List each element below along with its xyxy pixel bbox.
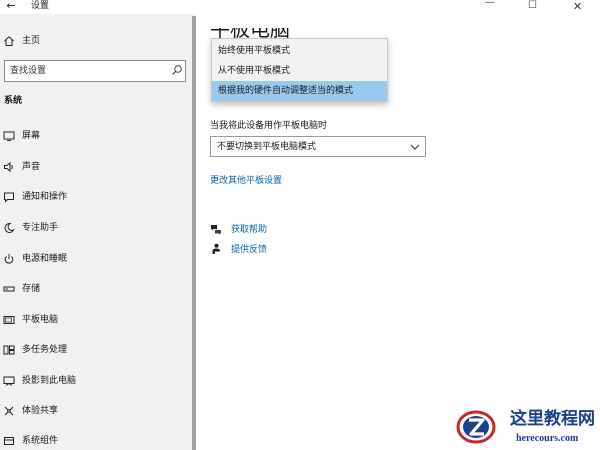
back-button[interactable]: ← [0, 0, 22, 14]
dropdown-option-always[interactable]: 始终使用平板模式 [212, 41, 387, 61]
sidebar-item-sound[interactable]: 声音 [0, 158, 190, 178]
watermark-logo [456, 410, 496, 444]
share-icon [3, 405, 15, 417]
page-title: 平板电脑 [210, 17, 290, 41]
sidebar-item-shared-experiences[interactable]: 体验共享 [0, 402, 190, 422]
project-icon [3, 375, 15, 387]
tablet-icon [3, 314, 15, 326]
get-help-link[interactable]: 获取帮助 [231, 224, 267, 236]
sidebar-item-tablet[interactable]: 平板电脑 [0, 311, 190, 331]
feedback-icon [212, 243, 220, 254]
sidebar-item-label: 电源和睡眠 [22, 254, 68, 264]
more-tablet-settings-link[interactable]: 更改其他平板设置 [210, 175, 282, 187]
sidebar-item-label: 系统组件 [22, 436, 59, 446]
sidebar-item-label: 体验共享 [22, 406, 59, 416]
home-icon [3, 35, 15, 47]
moon-icon [3, 222, 15, 234]
sidebar-item-multitasking[interactable]: 多任务处理 [0, 341, 190, 361]
storage-icon [3, 283, 15, 295]
sidebar-item-label: 专注助手 [22, 223, 59, 233]
sidebar-item-label: 通知和操作 [22, 192, 68, 202]
power-icon [3, 253, 15, 265]
multitask-icon [3, 344, 15, 356]
sidebar-item-label: 存储 [22, 284, 41, 294]
search-icon[interactable] [171, 64, 183, 76]
maximize-button[interactable]: ☐ [510, 0, 555, 14]
dropdown-option-auto[interactable]: 根据我的硬件自动调整适当的模式 [212, 81, 387, 101]
search-input[interactable] [5, 61, 165, 81]
sidebar-item-label: 投影到此电脑 [22, 376, 77, 386]
give-feedback-link[interactable]: 提供反馈 [231, 244, 267, 256]
sidebar-item-power[interactable]: 电源和睡眠 [0, 250, 190, 270]
sidebar-item-label: 平板电脑 [22, 315, 59, 325]
sidebar-item-label: 多任务处理 [22, 345, 68, 355]
sidebar-item-system-components[interactable]: 系统组件 [0, 432, 190, 450]
minimize-button[interactable]: — [470, 0, 510, 11]
title-bar: ← 设置 — ☐ ✕ [0, 0, 600, 14]
watermark-text-cn: 这里教程网 [510, 409, 595, 429]
chevron-down-icon [410, 144, 420, 150]
watermark-text-en: herecours.com [516, 433, 579, 444]
sidebar-item-home[interactable]: 主页 [0, 32, 190, 52]
dropdown-option-never[interactable]: 从不使用平板模式 [212, 61, 387, 81]
notification-icon [3, 191, 15, 203]
section-title: 系统 [4, 96, 23, 106]
close-button[interactable]: ✕ [555, 0, 600, 14]
combo-label: 当我将此设备用作平板电脑时 [210, 121, 328, 131]
tablet-mode-combo[interactable]: 不要切换到平板电脑模式 [210, 136, 426, 157]
monitor-icon [3, 130, 15, 142]
sidebar-item-label: 主页 [22, 36, 41, 46]
sidebar-item-notifications[interactable]: 通知和操作 [0, 188, 190, 208]
components-icon [3, 435, 15, 447]
sidebar-item-label: 屏幕 [22, 131, 41, 141]
sidebar-scrollbar[interactable] [192, 16, 196, 450]
combo-value: 不要切换到平板电脑模式 [217, 142, 317, 152]
sidebar-item-storage[interactable]: 存储 [0, 280, 190, 300]
sidebar-item-label: 声音 [22, 162, 41, 172]
sidebar-item-display[interactable]: 屏幕 [0, 127, 190, 147]
sidebar-item-project[interactable]: 投影到此电脑 [0, 372, 190, 392]
tablet-mode-dropdown: 始终使用平板模式 从不使用平板模式 根据我的硬件自动调整适当的模式 [211, 38, 388, 102]
window-title: 设置 [31, 1, 50, 11]
search-box [4, 60, 186, 82]
speaker-icon [3, 161, 15, 173]
sidebar-item-focus-assist[interactable]: 专注助手 [0, 219, 190, 239]
help-chat-icon [211, 225, 221, 235]
